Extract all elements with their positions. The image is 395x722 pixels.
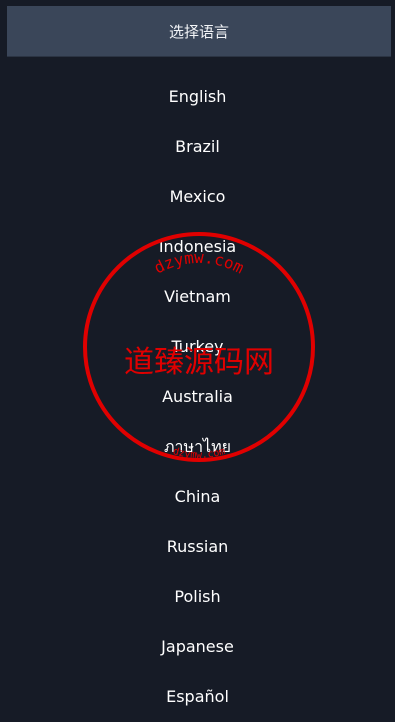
page-title: 选择语言	[168, 22, 229, 41]
language-item-turkey[interactable]: Turkey	[0, 322, 395, 372]
language-item-mexico[interactable]: Mexico	[0, 172, 395, 222]
language-item-indonesia[interactable]: Indonesia	[0, 222, 395, 272]
language-item-polish[interactable]: Polish	[0, 572, 395, 622]
language-item-australia[interactable]: Australia	[0, 372, 395, 422]
language-item-brazil[interactable]: Brazil	[0, 122, 395, 172]
language-item-russian[interactable]: Russian	[0, 522, 395, 572]
language-item-thai[interactable]: ภาษาไทย	[0, 422, 395, 472]
language-item-china[interactable]: China	[0, 472, 395, 522]
page-header: 选择语言	[7, 6, 391, 57]
language-item-english[interactable]: English	[0, 72, 395, 122]
language-item-espanol[interactable]: Español	[0, 672, 395, 722]
language-item-vietnam[interactable]: Vietnam	[0, 272, 395, 322]
language-item-japanese[interactable]: Japanese	[0, 622, 395, 672]
language-list: English Brazil Mexico Indonesia Vietnam …	[0, 72, 395, 722]
